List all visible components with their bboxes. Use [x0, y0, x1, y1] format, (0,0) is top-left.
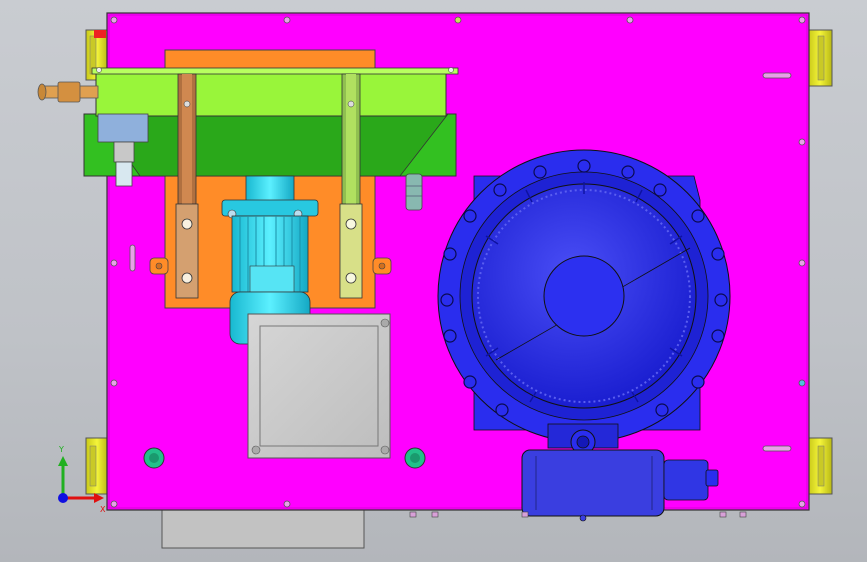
cad-assembly-view[interactable]: Y X	[0, 0, 867, 562]
rail-left-bottom[interactable]	[85, 437, 109, 495]
green-port-right[interactable]	[404, 447, 426, 469]
rail-right-top[interactable]	[807, 29, 833, 87]
axis-label-x: X	[100, 505, 106, 514]
green-port-left[interactable]	[143, 447, 165, 469]
sensor-connector[interactable]	[405, 173, 423, 211]
cad-viewport[interactable]: Y X	[0, 0, 867, 562]
terminal-box[interactable]	[247, 313, 391, 459]
rail-right-bottom[interactable]	[807, 437, 833, 495]
bracket-right[interactable]	[339, 73, 363, 299]
axis-label-y: Y	[58, 445, 64, 454]
bracket-left[interactable]	[175, 73, 199, 299]
pipe-fitting[interactable]	[37, 81, 99, 103]
base-plate-lower[interactable]	[161, 507, 365, 549]
